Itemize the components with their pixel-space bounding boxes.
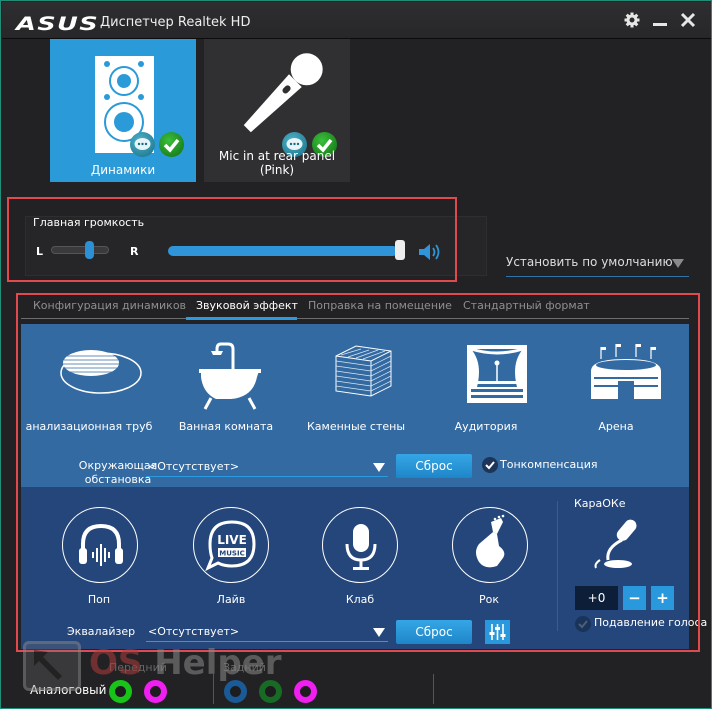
close-button[interactable] — [678, 10, 698, 30]
realtek-window: ASUS Диспетчер Realtek HD Динамики Mic i… — [0, 0, 712, 709]
chat-badge-icon — [130, 132, 155, 157]
highlight-box-effects — [16, 293, 700, 652]
jack-rear-pink[interactable] — [294, 680, 317, 703]
jack-front-pink[interactable] — [144, 680, 167, 703]
asus-logo: ASUS — [16, 13, 100, 35]
rear-panel-label: Задний — [223, 661, 266, 674]
set-default-label: Установить по умолчанию — [506, 255, 673, 269]
check-badge-icon — [159, 132, 184, 157]
title-bar: ASUS Диспетчер Realtek HD — [2, 2, 711, 39]
device-label: Динамики — [90, 163, 156, 177]
jack-divider — [213, 674, 214, 704]
jack-rear-blue[interactable] — [224, 680, 247, 703]
analog-label: Аналоговый — [30, 683, 107, 697]
device-speakers[interactable]: Динамики — [50, 39, 196, 182]
gear-icon — [624, 12, 640, 28]
app-title: Диспетчер Realtek HD — [100, 15, 251, 30]
front-panel-label: Передний — [109, 661, 167, 674]
device-mic-rear[interactable]: Mic in at rear panel (Pink) — [204, 39, 350, 182]
highlight-box-volume — [7, 197, 457, 282]
minimize-button[interactable] — [650, 10, 670, 30]
device-label: Mic in at rear panel (Pink) — [218, 149, 336, 177]
minimize-icon — [653, 23, 667, 26]
close-icon — [680, 12, 696, 28]
jack-divider — [433, 674, 434, 704]
jack-front-green[interactable] — [109, 680, 132, 703]
settings-button[interactable] — [622, 10, 642, 30]
jack-rear-green[interactable] — [259, 680, 282, 703]
set-default-dropdown[interactable]: Установить по умолчанию — [506, 255, 689, 277]
chevron-down-icon — [672, 259, 684, 268]
